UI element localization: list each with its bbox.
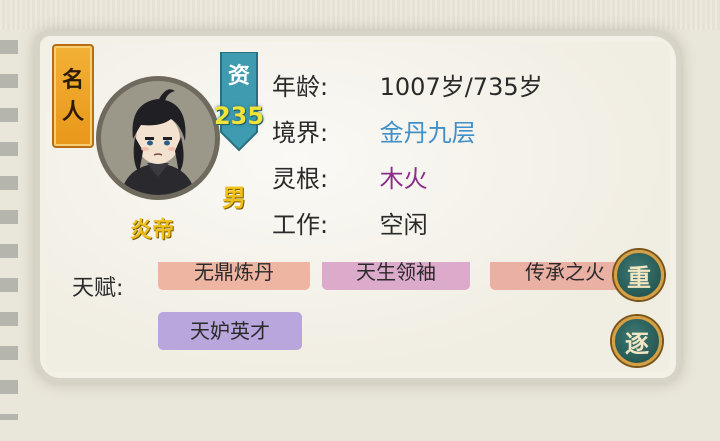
gender-label: 男 <box>222 184 246 212</box>
realm-row: 境界: 金丹九层 <box>272 116 476 150</box>
background-top-stripe <box>0 0 720 30</box>
left-edge-decoration <box>0 40 18 420</box>
spirit-root-row: 灵根: 木火 <box>272 162 428 196</box>
character-avatar[interactable] <box>96 76 220 200</box>
spirit-root-value: 木火 <box>379 165 428 193</box>
age-row: 年龄: 1007岁/735岁 <box>272 70 543 104</box>
realm-value: 金丹九层 <box>379 119 476 147</box>
famous-badge: 名 人 <box>52 44 94 148</box>
spirit-root-label: 灵根: <box>272 165 329 193</box>
realm-label: 境界: <box>272 119 329 147</box>
job-label: 工作: <box>272 211 329 239</box>
talent-label: 天赋: <box>72 276 124 301</box>
famous-badge-char-1: 名 <box>61 67 84 93</box>
talent-list: 无鼎炼丹 天生领袖 传承之火 天妒英才 <box>150 262 626 358</box>
expel-button[interactable]: 逐 <box>612 316 662 366</box>
talent-tag[interactable]: 天生领袖 <box>322 262 470 290</box>
job-row: 工作: 空闲 <box>272 208 428 242</box>
aptitude-value: 235 <box>213 102 265 130</box>
job-value: 空闲 <box>379 211 428 239</box>
reroll-button[interactable]: 重 <box>614 250 664 300</box>
aptitude-tag: 资 235 <box>214 52 264 152</box>
aptitude-label: 资 <box>227 64 250 89</box>
famous-badge-char-2: 人 <box>61 99 84 125</box>
age-value: 1007岁/735岁 <box>379 73 543 101</box>
age-label: 年龄: <box>272 73 329 101</box>
character-portrait-icon <box>101 81 215 195</box>
character-name: 炎帝 <box>130 218 175 243</box>
talent-tag[interactable]: 无鼎炼丹 <box>158 262 310 290</box>
talent-tag[interactable]: 传承之火 <box>490 262 626 290</box>
talent-tag[interactable]: 天妒英才 <box>158 312 302 350</box>
